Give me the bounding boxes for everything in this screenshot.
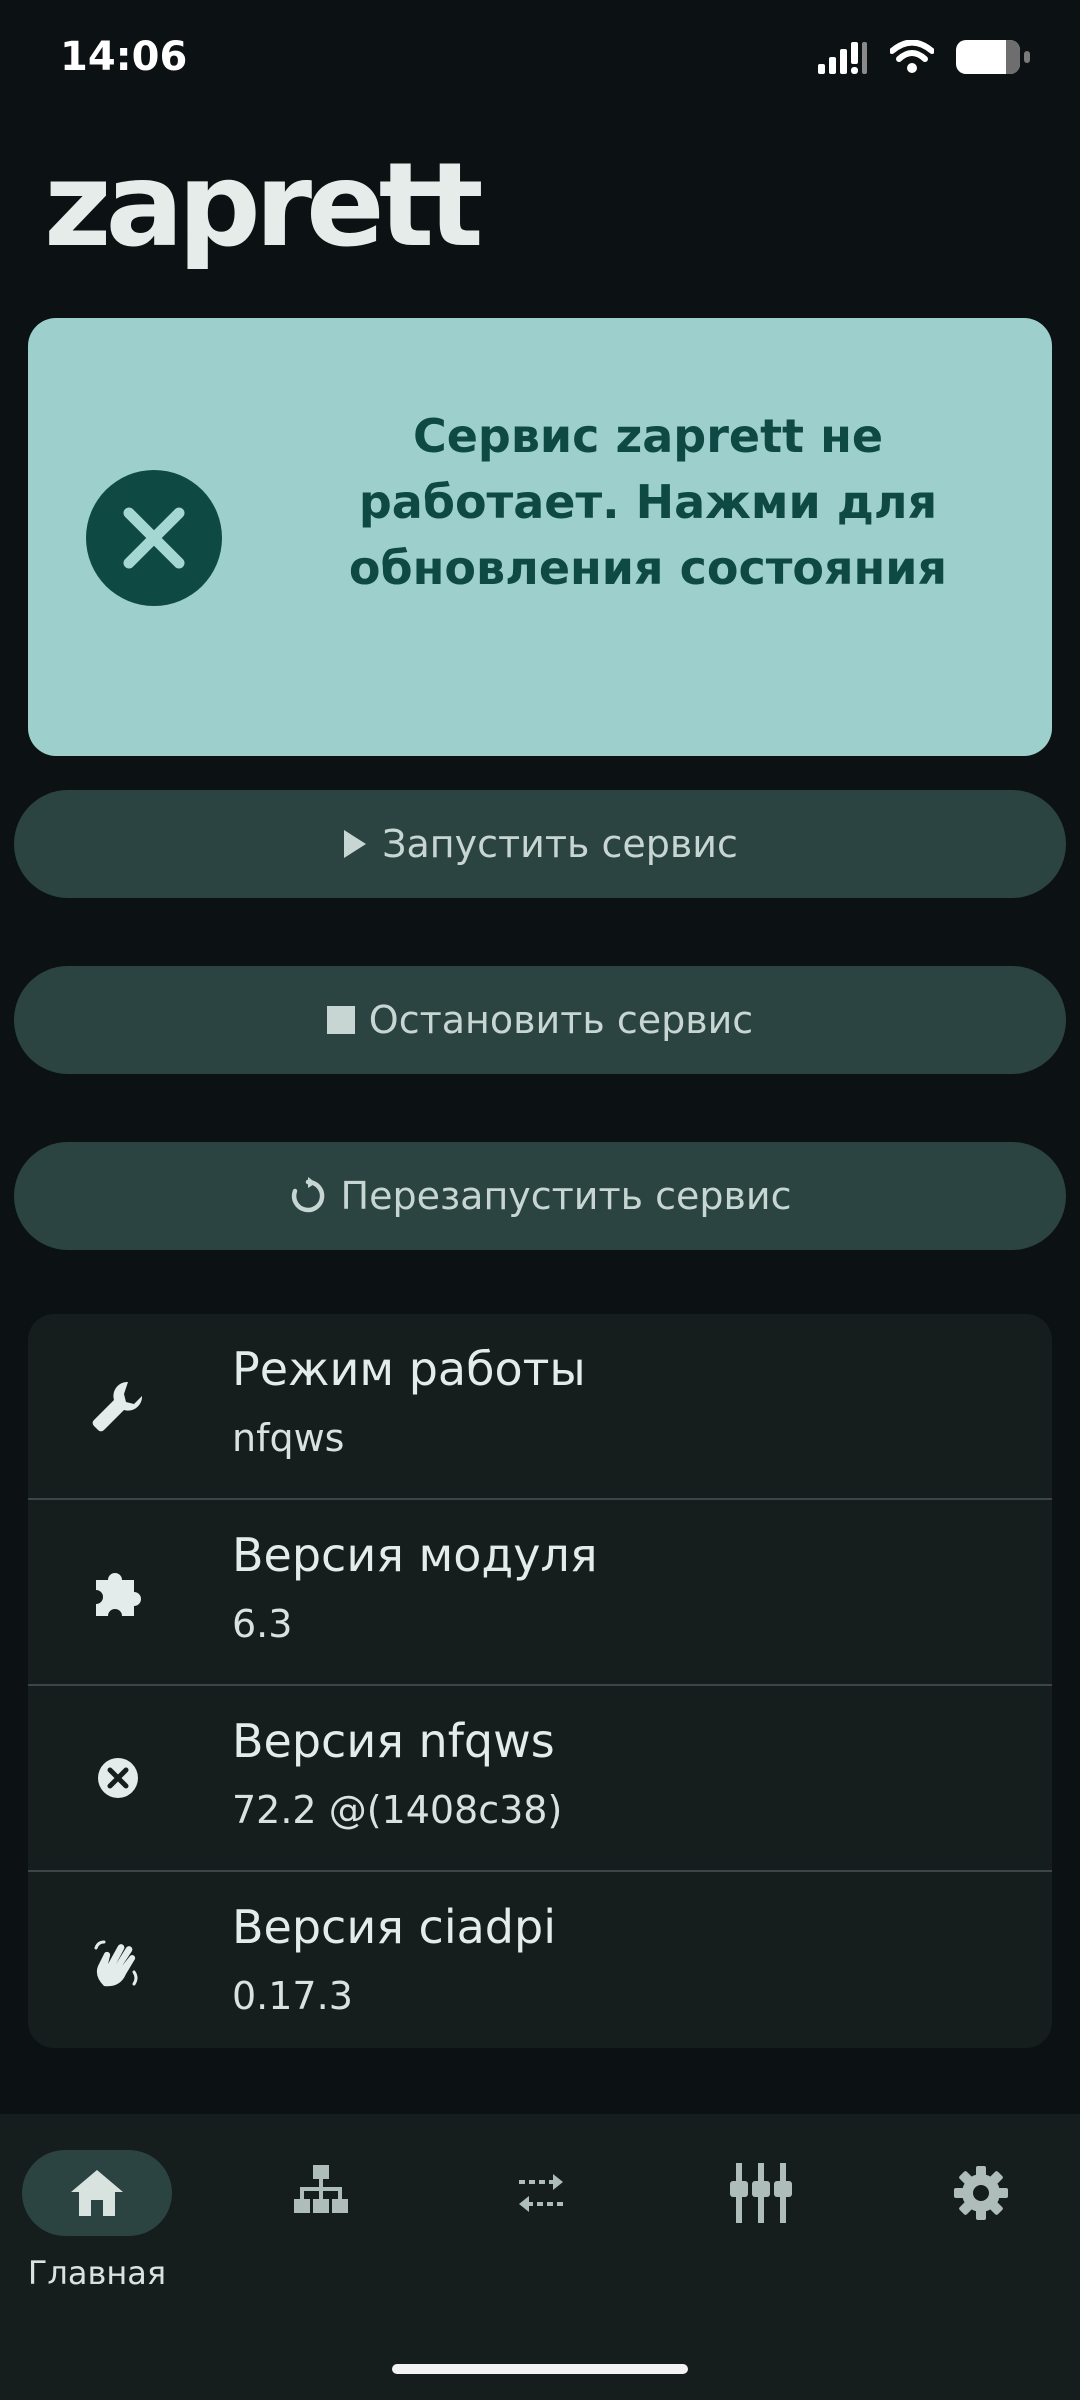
play-icon — [344, 830, 367, 858]
restart-icon — [291, 1177, 324, 1213]
service-status-message: Сервис zaprett не работает. Нажми для об… — [348, 409, 948, 595]
info-row-mode: Режим работы nfqws — [28, 1314, 1052, 1498]
nav-item-home[interactable]: Главная — [22, 2150, 172, 2292]
nav-item-tuning[interactable] — [686, 2150, 836, 2290]
app-title: zaprett — [44, 138, 484, 273]
stop-service-label: Остановить сервис — [368, 998, 754, 1042]
puzzle-icon — [96, 1573, 141, 1616]
status-time: 14:06 — [60, 34, 188, 80]
info-label: Версия nfqws — [232, 1714, 555, 1768]
info-row-nfqws-version: Версия nfqws 72.2 @(1408c38) — [28, 1684, 1052, 1870]
info-value: 0.17.3 — [232, 1974, 353, 2018]
sitemap-icon — [294, 2165, 348, 2213]
info-label: Версия ciadpi — [232, 1900, 556, 1954]
cellular-signal-icon — [818, 42, 867, 74]
equalizer-icon — [730, 2163, 792, 2223]
start-service-button[interactable]: Запустить сервис — [14, 790, 1066, 898]
home-indicator[interactable] — [392, 2364, 688, 2374]
wifi-icon — [890, 40, 934, 73]
swap-arrows-icon — [519, 2174, 563, 2212]
home-icon — [71, 2170, 123, 2216]
status-icons — [818, 40, 1030, 74]
info-label: Версия модуля — [232, 1528, 598, 1582]
info-value: nfqws — [232, 1416, 345, 1460]
gear-icon — [954, 2166, 1008, 2220]
nav-item-strategies[interactable] — [246, 2150, 396, 2290]
service-status-card[interactable]: Сервис zaprett не работает. Нажми для об… — [28, 318, 1052, 756]
info-label: Режим работы — [232, 1342, 586, 1396]
info-row-ciadpi-version: Версия ciadpi 0.17.3 — [28, 1870, 1052, 2048]
bottom-navigation: Главная — [0, 2114, 1080, 2400]
status-bar: 14:06 — [0, 0, 1080, 120]
stop-icon — [326, 1006, 355, 1034]
nav-home-label: Главная — [27, 2254, 167, 2292]
cancel-circle-icon — [98, 1758, 138, 1798]
info-row-module-version: Версия модуля 6.3 — [28, 1498, 1052, 1684]
nav-item-lists[interactable] — [466, 2150, 616, 2290]
waving-hand-icon — [94, 1940, 138, 1987]
restart-service-button[interactable]: Перезапустить сервис — [14, 1142, 1066, 1250]
stop-service-button[interactable]: Остановить сервис — [14, 966, 1066, 1074]
battery-icon — [956, 40, 1030, 74]
start-service-label: Запустить сервис — [382, 822, 738, 866]
info-value: 6.3 — [232, 1602, 293, 1646]
info-card: Режим работы nfqws Версия модуля 6.3 Вер… — [28, 1314, 1052, 2048]
wrench-icon — [92, 1381, 143, 1432]
nav-home-pill — [22, 2150, 172, 2236]
close-icon — [86, 470, 222, 606]
info-value: 72.2 @(1408c38) — [232, 1788, 563, 1832]
restart-service-label: Перезапустить сервис — [340, 1174, 792, 1218]
nav-item-settings[interactable] — [906, 2150, 1056, 2290]
